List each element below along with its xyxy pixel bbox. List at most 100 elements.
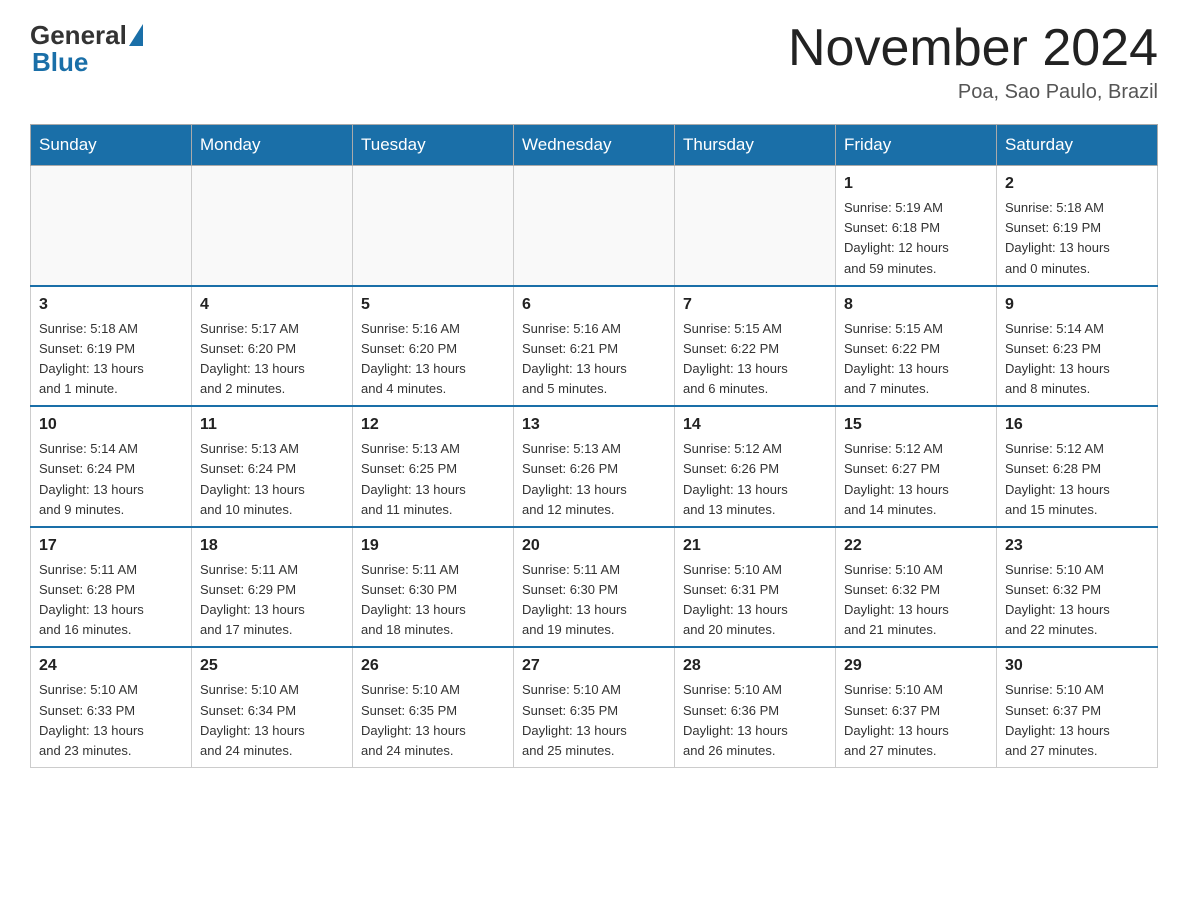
- calendar-cell: 5Sunrise: 5:16 AM Sunset: 6:20 PM Daylig…: [353, 286, 514, 407]
- day-number: 28: [683, 654, 827, 678]
- day-info: Sunrise: 5:16 AM Sunset: 6:20 PM Dayligh…: [361, 319, 505, 400]
- day-info: Sunrise: 5:10 AM Sunset: 6:37 PM Dayligh…: [1005, 680, 1149, 761]
- month-title: November 2024: [788, 20, 1158, 77]
- day-info: Sunrise: 5:10 AM Sunset: 6:36 PM Dayligh…: [683, 680, 827, 761]
- calendar-cell: 24Sunrise: 5:10 AM Sunset: 6:33 PM Dayli…: [31, 647, 192, 767]
- day-info: Sunrise: 5:13 AM Sunset: 6:26 PM Dayligh…: [522, 439, 666, 520]
- day-number: 1: [844, 172, 988, 196]
- day-number: 23: [1005, 534, 1149, 558]
- day-info: Sunrise: 5:15 AM Sunset: 6:22 PM Dayligh…: [844, 319, 988, 400]
- calendar-cell: 26Sunrise: 5:10 AM Sunset: 6:35 PM Dayli…: [353, 647, 514, 767]
- calendar-cell: 2Sunrise: 5:18 AM Sunset: 6:19 PM Daylig…: [997, 166, 1158, 286]
- day-info: Sunrise: 5:19 AM Sunset: 6:18 PM Dayligh…: [844, 198, 988, 279]
- day-info: Sunrise: 5:12 AM Sunset: 6:26 PM Dayligh…: [683, 439, 827, 520]
- calendar-cell: 22Sunrise: 5:10 AM Sunset: 6:32 PM Dayli…: [836, 527, 997, 648]
- day-number: 13: [522, 413, 666, 437]
- calendar-cell: 3Sunrise: 5:18 AM Sunset: 6:19 PM Daylig…: [31, 286, 192, 407]
- day-info: Sunrise: 5:11 AM Sunset: 6:30 PM Dayligh…: [522, 560, 666, 641]
- calendar-cell: 18Sunrise: 5:11 AM Sunset: 6:29 PM Dayli…: [192, 527, 353, 648]
- weekday-header-sunday: Sunday: [31, 125, 192, 166]
- calendar-week-row: 24Sunrise: 5:10 AM Sunset: 6:33 PM Dayli…: [31, 647, 1158, 767]
- weekday-header-thursday: Thursday: [675, 125, 836, 166]
- day-info: Sunrise: 5:13 AM Sunset: 6:24 PM Dayligh…: [200, 439, 344, 520]
- day-info: Sunrise: 5:13 AM Sunset: 6:25 PM Dayligh…: [361, 439, 505, 520]
- day-info: Sunrise: 5:10 AM Sunset: 6:37 PM Dayligh…: [844, 680, 988, 761]
- day-number: 27: [522, 654, 666, 678]
- calendar-cell: 6Sunrise: 5:16 AM Sunset: 6:21 PM Daylig…: [514, 286, 675, 407]
- day-info: Sunrise: 5:14 AM Sunset: 6:23 PM Dayligh…: [1005, 319, 1149, 400]
- calendar-cell: 8Sunrise: 5:15 AM Sunset: 6:22 PM Daylig…: [836, 286, 997, 407]
- day-number: 21: [683, 534, 827, 558]
- calendar-cell: [514, 166, 675, 286]
- day-number: 14: [683, 413, 827, 437]
- day-number: 6: [522, 293, 666, 317]
- calendar-cell: 15Sunrise: 5:12 AM Sunset: 6:27 PM Dayli…: [836, 406, 997, 527]
- page-header: General Blue November 2024 Poa, Sao Paul…: [30, 20, 1158, 104]
- day-number: 12: [361, 413, 505, 437]
- day-info: Sunrise: 5:10 AM Sunset: 6:35 PM Dayligh…: [522, 680, 666, 761]
- calendar-table: SundayMondayTuesdayWednesdayThursdayFrid…: [30, 124, 1158, 768]
- day-number: 22: [844, 534, 988, 558]
- calendar-cell: 16Sunrise: 5:12 AM Sunset: 6:28 PM Dayli…: [997, 406, 1158, 527]
- calendar-cell: 30Sunrise: 5:10 AM Sunset: 6:37 PM Dayli…: [997, 647, 1158, 767]
- day-number: 19: [361, 534, 505, 558]
- calendar-cell: 1Sunrise: 5:19 AM Sunset: 6:18 PM Daylig…: [836, 166, 997, 286]
- calendar-cell: 20Sunrise: 5:11 AM Sunset: 6:30 PM Dayli…: [514, 527, 675, 648]
- day-number: 16: [1005, 413, 1149, 437]
- calendar-cell: 10Sunrise: 5:14 AM Sunset: 6:24 PM Dayli…: [31, 406, 192, 527]
- day-number: 4: [200, 293, 344, 317]
- day-info: Sunrise: 5:12 AM Sunset: 6:27 PM Dayligh…: [844, 439, 988, 520]
- logo-triangle-icon: [129, 24, 143, 46]
- location-label: Poa, Sao Paulo, Brazil: [788, 81, 1158, 104]
- calendar-cell: [31, 166, 192, 286]
- calendar-week-row: 17Sunrise: 5:11 AM Sunset: 6:28 PM Dayli…: [31, 527, 1158, 648]
- day-number: 18: [200, 534, 344, 558]
- day-info: Sunrise: 5:10 AM Sunset: 6:35 PM Dayligh…: [361, 680, 505, 761]
- day-info: Sunrise: 5:15 AM Sunset: 6:22 PM Dayligh…: [683, 319, 827, 400]
- calendar-cell: 9Sunrise: 5:14 AM Sunset: 6:23 PM Daylig…: [997, 286, 1158, 407]
- calendar-week-row: 1Sunrise: 5:19 AM Sunset: 6:18 PM Daylig…: [31, 166, 1158, 286]
- day-number: 26: [361, 654, 505, 678]
- day-number: 24: [39, 654, 183, 678]
- calendar-cell: 14Sunrise: 5:12 AM Sunset: 6:26 PM Dayli…: [675, 406, 836, 527]
- day-number: 5: [361, 293, 505, 317]
- calendar-cell: 17Sunrise: 5:11 AM Sunset: 6:28 PM Dayli…: [31, 527, 192, 648]
- weekday-header-friday: Friday: [836, 125, 997, 166]
- day-number: 25: [200, 654, 344, 678]
- day-info: Sunrise: 5:10 AM Sunset: 6:31 PM Dayligh…: [683, 560, 827, 641]
- calendar-cell: 27Sunrise: 5:10 AM Sunset: 6:35 PM Dayli…: [514, 647, 675, 767]
- day-number: 15: [844, 413, 988, 437]
- day-number: 30: [1005, 654, 1149, 678]
- day-number: 20: [522, 534, 666, 558]
- logo: General Blue: [30, 20, 143, 78]
- day-info: Sunrise: 5:16 AM Sunset: 6:21 PM Dayligh…: [522, 319, 666, 400]
- day-info: Sunrise: 5:18 AM Sunset: 6:19 PM Dayligh…: [1005, 198, 1149, 279]
- day-info: Sunrise: 5:10 AM Sunset: 6:33 PM Dayligh…: [39, 680, 183, 761]
- calendar-cell: 4Sunrise: 5:17 AM Sunset: 6:20 PM Daylig…: [192, 286, 353, 407]
- day-info: Sunrise: 5:12 AM Sunset: 6:28 PM Dayligh…: [1005, 439, 1149, 520]
- day-number: 7: [683, 293, 827, 317]
- calendar-cell: 19Sunrise: 5:11 AM Sunset: 6:30 PM Dayli…: [353, 527, 514, 648]
- day-number: 3: [39, 293, 183, 317]
- calendar-cell: 23Sunrise: 5:10 AM Sunset: 6:32 PM Dayli…: [997, 527, 1158, 648]
- weekday-header-saturday: Saturday: [997, 125, 1158, 166]
- day-info: Sunrise: 5:18 AM Sunset: 6:19 PM Dayligh…: [39, 319, 183, 400]
- calendar-cell: 12Sunrise: 5:13 AM Sunset: 6:25 PM Dayli…: [353, 406, 514, 527]
- calendar-week-row: 3Sunrise: 5:18 AM Sunset: 6:19 PM Daylig…: [31, 286, 1158, 407]
- day-info: Sunrise: 5:11 AM Sunset: 6:30 PM Dayligh…: [361, 560, 505, 641]
- logo-blue-text: Blue: [30, 47, 88, 78]
- day-info: Sunrise: 5:14 AM Sunset: 6:24 PM Dayligh…: [39, 439, 183, 520]
- day-number: 11: [200, 413, 344, 437]
- title-section: November 2024 Poa, Sao Paulo, Brazil: [788, 20, 1158, 104]
- calendar-cell: 28Sunrise: 5:10 AM Sunset: 6:36 PM Dayli…: [675, 647, 836, 767]
- day-number: 29: [844, 654, 988, 678]
- day-number: 2: [1005, 172, 1149, 196]
- calendar-cell: [353, 166, 514, 286]
- calendar-cell: [192, 166, 353, 286]
- calendar-cell: 13Sunrise: 5:13 AM Sunset: 6:26 PM Dayli…: [514, 406, 675, 527]
- day-info: Sunrise: 5:11 AM Sunset: 6:28 PM Dayligh…: [39, 560, 183, 641]
- weekday-header-row: SundayMondayTuesdayWednesdayThursdayFrid…: [31, 125, 1158, 166]
- day-number: 9: [1005, 293, 1149, 317]
- weekday-header-monday: Monday: [192, 125, 353, 166]
- calendar-week-row: 10Sunrise: 5:14 AM Sunset: 6:24 PM Dayli…: [31, 406, 1158, 527]
